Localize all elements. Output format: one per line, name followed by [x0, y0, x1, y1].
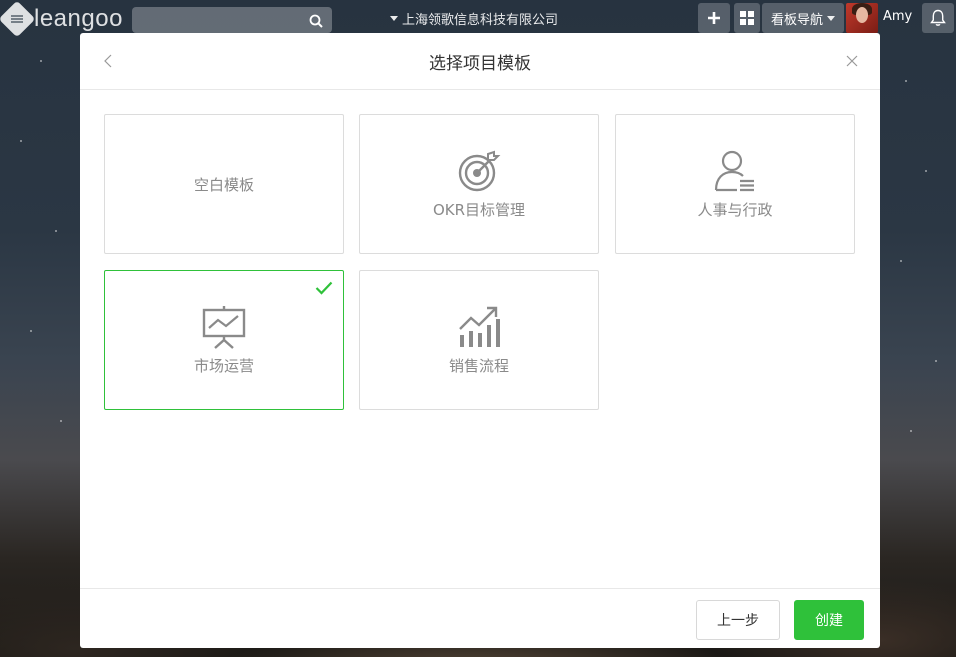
notifications-button[interactable] — [922, 3, 954, 33]
org-switcher[interactable]: 上海领歌信息科技有限公司 — [390, 9, 558, 28]
check-icon — [315, 281, 333, 299]
user-name[interactable]: Amy — [883, 9, 912, 24]
template-card-hr[interactable]: 人事与行政 — [615, 114, 855, 254]
presentation-icon — [201, 305, 247, 349]
logo-icon — [0, 0, 36, 38]
caret-down-icon — [390, 16, 398, 21]
growth-chart-icon — [457, 305, 501, 349]
add-button[interactable] — [698, 3, 730, 33]
template-label: 空白模板 — [193, 175, 254, 194]
bell-icon — [930, 9, 946, 26]
close-button[interactable] — [844, 53, 860, 69]
search-input[interactable] — [132, 7, 332, 33]
template-card-blank[interactable]: 空白模板 — [104, 114, 344, 254]
create-button[interactable]: 创建 — [794, 600, 864, 640]
template-card-okr[interactable]: OKR目标管理 — [359, 114, 599, 254]
caret-down-icon — [827, 15, 835, 21]
template-modal: 选择项目模板 空白模板 OKR目标管理 人事与行政 市场运营 销售流程 上一步 … — [80, 33, 880, 648]
logo[interactable]: leangoo — [0, 0, 123, 38]
plus-icon — [708, 12, 720, 24]
target-icon — [457, 149, 501, 193]
template-label: 销售流程 — [448, 356, 509, 375]
template-grid: 空白模板 OKR目标管理 人事与行政 市场运营 销售流程 — [104, 114, 856, 414]
grid-button[interactable] — [734, 3, 760, 33]
close-icon — [846, 55, 858, 67]
avatar[interactable] — [846, 3, 878, 33]
chevron-left-icon — [104, 54, 112, 68]
org-name: 上海领歌信息科技有限公司 — [402, 13, 559, 28]
top-bar: leangoo 上海领歌信息科技有限公司 看板导航 Amy — [0, 0, 956, 38]
modal-header: 选择项目模板 — [80, 33, 880, 90]
prev-step-button[interactable]: 上一步 — [696, 600, 780, 640]
user-list-icon — [713, 149, 757, 193]
back-button[interactable] — [100, 53, 116, 69]
grid-icon — [740, 11, 754, 25]
board-nav-label: 看板导航 — [770, 12, 823, 28]
template-label: 市场运营 — [193, 356, 254, 375]
modal-footer: 上一步 创建 — [80, 588, 880, 648]
template-label: OKR目标管理 — [432, 200, 526, 219]
board-nav-button[interactable]: 看板导航 — [762, 3, 844, 33]
template-label: 人事与行政 — [697, 200, 773, 219]
modal-title: 选择项目模板 — [429, 53, 531, 74]
logo-text: leangoo — [34, 5, 123, 32]
template-card-marketing[interactable]: 市场运营 — [104, 270, 344, 410]
template-card-sales[interactable]: 销售流程 — [359, 270, 599, 410]
